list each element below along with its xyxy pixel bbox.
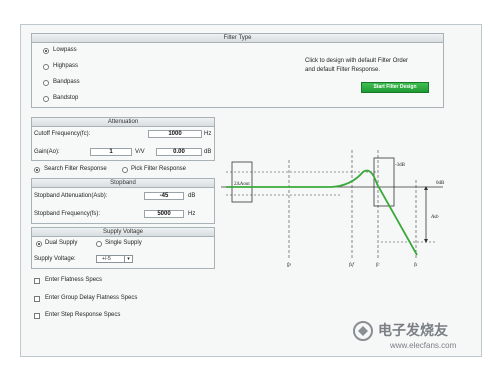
label-highpass: Highpass [53, 63, 79, 69]
stopband-panel: Stopband Stopband Attenuation(Asb): -45 … [31, 178, 215, 224]
supply-voltage-select[interactable]: +/-5 ▾ [96, 255, 133, 263]
label-dual-supply: Dual Supply [45, 240, 78, 246]
label-single-supply: Single Supply [105, 240, 142, 246]
radio-pick-filter-response[interactable] [122, 167, 128, 173]
watermark-logo-icon [352, 320, 374, 342]
instruction-text-line1: Click to design with default Filter Orde… [305, 58, 409, 64]
label-flatness-specs: Enter Flatness Specs [45, 277, 103, 283]
label-group-delay-specs: Enter Group Delay Flatness Specs [45, 295, 138, 301]
cutoff-frequency-input[interactable]: 1000 [148, 130, 202, 138]
start-filter-design-button[interactable]: Start Filter Design [361, 82, 429, 93]
label-lowpass: Lowpass [53, 47, 77, 53]
radio-bandstop[interactable] [43, 96, 49, 102]
stopband-frequency-input[interactable]: 5000 [144, 210, 184, 218]
filter-design-window: Filter Type Lowpass Highpass Bandpass Ba… [20, 24, 482, 357]
filter-type-panel: Filter Type Lowpass Highpass Bandpass Ba… [31, 33, 444, 108]
label-search-filter-response: Search Filter Response [44, 166, 107, 172]
radio-single-supply[interactable] [96, 241, 102, 247]
cutoff-frequency-label: Cutoff Frequency(fc): [34, 131, 91, 137]
radio-dual-supply[interactable] [36, 241, 42, 247]
supply-voltage-panel: Supply Voltage Dual Supply Single Supply… [31, 227, 215, 269]
chevron-down-icon: ▾ [124, 256, 132, 262]
cutoff-unit-label: Hz [204, 131, 212, 137]
supply-voltage-value: +/-5 [102, 256, 111, 262]
gain-db-input[interactable]: 0.00 [156, 148, 202, 156]
checkbox-step-response-specs[interactable] [34, 313, 40, 319]
label-bandpass: Bandpass [53, 79, 80, 85]
filter-type-header: Filter Type [32, 34, 443, 43]
gain-vv-input[interactable]: 1 [90, 148, 132, 156]
supply-voltage-label: Supply Voltage: [34, 256, 76, 262]
checkbox-flatness-specs[interactable] [34, 278, 40, 284]
radio-lowpass[interactable] [43, 48, 49, 54]
label-fp: fp [287, 263, 291, 268]
gain-vv-unit: V/V [135, 149, 145, 155]
attenuation-panel: Attenuation Cutoff Frequency(fc): 1000 H… [31, 117, 215, 161]
label-step-response-specs: Enter Step Response Specs [45, 312, 121, 318]
stopband-frequency-unit: Hz [188, 211, 196, 217]
stopband-frequency-label: Stopband Frequency(fs): [34, 211, 101, 217]
label-pick-filter-response: Pick Filter Response [131, 166, 187, 172]
label-bandstop: Bandstop [53, 95, 79, 101]
stopband-header: Stopband [32, 179, 214, 188]
label-asb: Asb [430, 215, 439, 220]
radio-highpass[interactable] [43, 64, 49, 70]
watermark-cn-text: 电子发烧友 [378, 322, 448, 338]
label-2daout: 2ΔAout [234, 182, 250, 187]
label-fc: fc [376, 263, 380, 268]
label-fs: fs [414, 263, 417, 268]
stopband-attenuation-input[interactable]: -45 [144, 192, 184, 200]
instruction-text-line2: and default Filter Response. [305, 67, 381, 73]
supply-voltage-header: Supply Voltage [32, 228, 214, 237]
stopband-attenuation-label: Stopband Attenuation(Asb): [34, 193, 108, 199]
gain-label: Gain(Ao): [34, 149, 60, 155]
filter-response-curve [226, 169, 418, 256]
checkbox-group-delay-specs[interactable] [34, 296, 40, 302]
attenuation-header: Attenuation [32, 118, 214, 127]
radio-bandpass[interactable] [43, 80, 49, 86]
filter-response-diagram: 2ΔAout -3dB 0dB Asb fp fsf fc fs [221, 150, 445, 268]
label-fsf: fsf [349, 263, 354, 268]
stopband-attenuation-unit: dB [188, 193, 196, 199]
label-minus-3db: -3dB [395, 163, 406, 168]
radio-search-filter-response[interactable] [34, 167, 40, 173]
watermark-url-text: www.elecfans.com [390, 341, 457, 350]
gain-db-unit: dB [204, 149, 212, 155]
label-0db: 0dB [436, 181, 445, 186]
